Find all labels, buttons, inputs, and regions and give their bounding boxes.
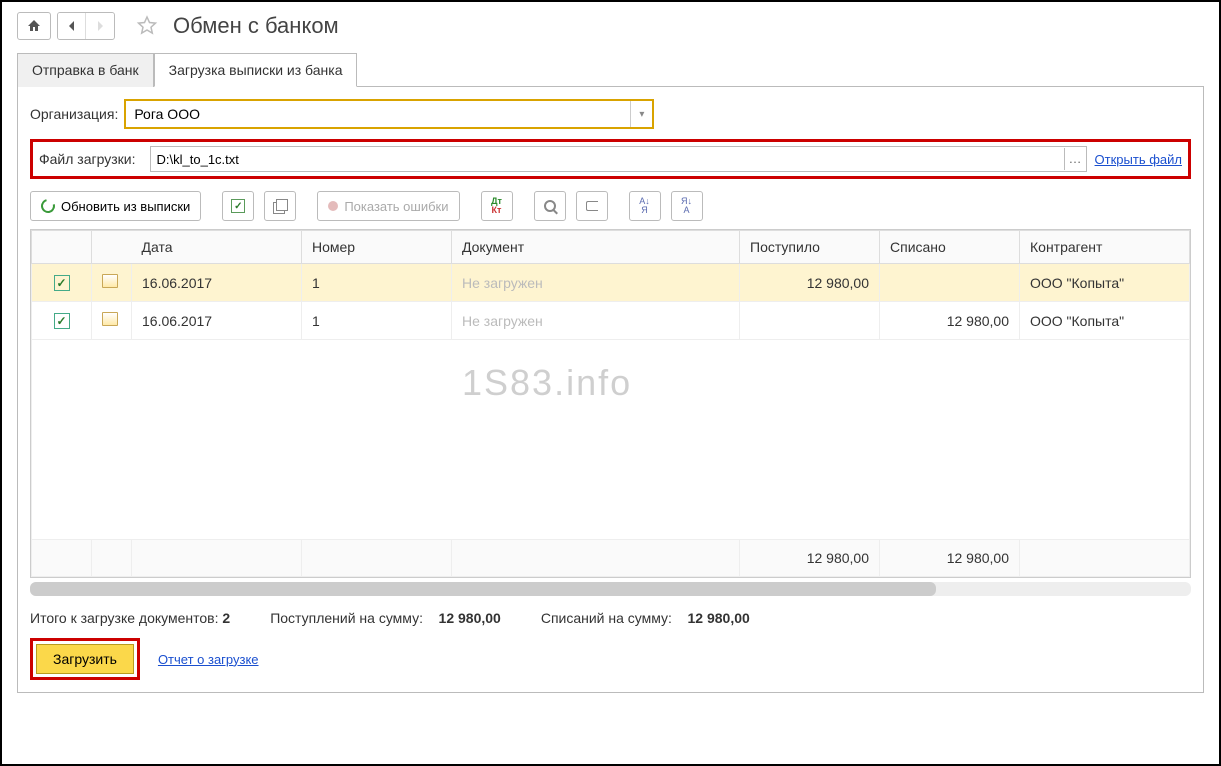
load-button[interactable]: Загрузить	[36, 644, 134, 674]
dtkt-icon: ДтКт	[491, 197, 502, 215]
search-button[interactable]	[534, 191, 566, 221]
arrow-right-icon	[92, 18, 108, 34]
sort-asc-button[interactable]: А↓Я	[629, 191, 661, 221]
organization-label: Организация:	[30, 106, 118, 122]
out-sum-label: Списаний на сумму:	[541, 610, 672, 626]
sort-desc-button[interactable]: Я↓А	[671, 191, 703, 221]
total-in: 12 980,00	[740, 540, 880, 577]
document-icon	[102, 312, 118, 326]
show-errors-button[interactable]: Показать ошибки	[317, 191, 459, 221]
out-sum-value: 12 980,00	[688, 610, 750, 626]
open-file-link[interactable]: Открыть файл	[1095, 152, 1182, 167]
check-all-button[interactable]: ✓	[222, 191, 254, 221]
tab-send-to-bank[interactable]: Отправка в банк	[17, 53, 154, 87]
col-in[interactable]: Поступило	[740, 231, 880, 264]
page-title: Обмен с банком	[173, 13, 339, 39]
dtkt-button[interactable]: ДтКт	[481, 191, 513, 221]
back-button[interactable]	[58, 13, 86, 39]
col-date[interactable]: Дата	[132, 231, 302, 264]
docs-count-label: Итого к загрузке документов:	[30, 610, 219, 626]
home-icon	[26, 18, 42, 34]
show-errors-label: Показать ошибки	[344, 199, 448, 214]
col-party[interactable]: Контрагент	[1020, 231, 1190, 264]
check-all-icon: ✓	[231, 199, 245, 213]
magnifier-icon	[544, 200, 556, 212]
in-sum-label: Поступлений на сумму:	[270, 610, 423, 626]
settings-button[interactable]	[576, 191, 608, 221]
col-document[interactable]: Документ	[452, 231, 740, 264]
table-row[interactable]: ✓ 16.06.2017 1 Не загружен 12 980,00 ООО…	[32, 302, 1190, 340]
organization-input[interactable]	[126, 102, 630, 126]
sort-asc-icon: А↓Я	[639, 197, 650, 215]
home-button[interactable]	[17, 12, 51, 40]
refresh-label: Обновить из выписки	[61, 199, 190, 214]
docs-count-value: 2	[222, 610, 230, 626]
documents-table: Дата Номер Документ Поступило Списано Ко…	[31, 230, 1190, 577]
row-checkbox[interactable]: ✓	[54, 313, 70, 329]
horizontal-scrollbar[interactable]	[30, 582, 1191, 596]
load-report-link[interactable]: Отчет о загрузке	[158, 652, 259, 667]
table-row[interactable]: ✓ 16.06.2017 1 Не загружен 12 980,00 ООО…	[32, 264, 1190, 302]
forward-button[interactable]	[86, 13, 114, 39]
refresh-icon	[38, 196, 57, 215]
file-label: Файл загрузки:	[39, 151, 136, 167]
uncheck-all-button[interactable]	[264, 191, 296, 221]
uncheck-all-icon	[273, 199, 287, 213]
document-icon	[102, 274, 118, 288]
plug-icon	[586, 201, 598, 211]
in-sum-value: 12 980,00	[439, 610, 501, 626]
total-out: 12 980,00	[880, 540, 1020, 577]
row-checkbox[interactable]: ✓	[54, 275, 70, 291]
col-number[interactable]: Номер	[302, 231, 452, 264]
col-out[interactable]: Списано	[880, 231, 1020, 264]
error-icon	[328, 201, 338, 211]
refresh-button[interactable]: Обновить из выписки	[30, 191, 201, 221]
organization-dropdown[interactable]: ▾	[630, 101, 652, 127]
arrow-left-icon	[64, 18, 80, 34]
favorite-star-icon[interactable]	[135, 14, 159, 38]
file-path-input[interactable]	[151, 150, 1064, 169]
file-browse-button[interactable]: …	[1064, 148, 1086, 170]
tab-load-from-bank[interactable]: Загрузка выписки из банка	[154, 53, 358, 87]
sort-desc-icon: Я↓А	[681, 197, 692, 215]
